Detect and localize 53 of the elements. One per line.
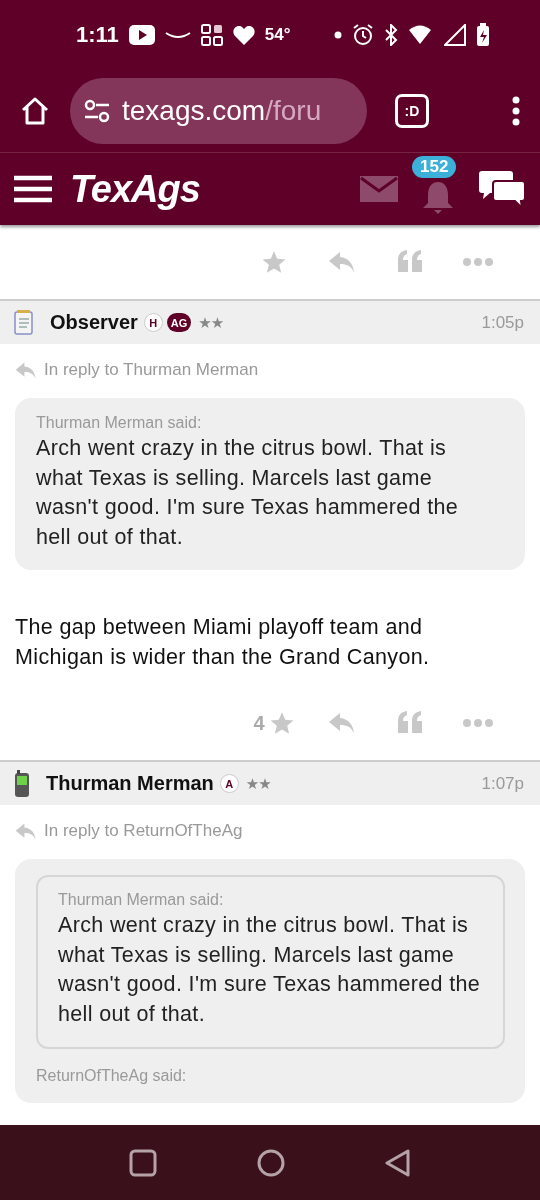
reply-icon [14, 360, 38, 380]
star-icon[interactable] [268, 710, 295, 736]
user-badge: AG [166, 313, 192, 332]
notification-count: 152 [412, 156, 457, 178]
clock: 1:11 [76, 22, 119, 48]
temperature: 54° [264, 25, 291, 45]
quote-text: Arch went crazy in the citrus bowl. That is what Texas is selling. Marcels last game wasn't good. I'm sure Texas hammered the hell out of that. [36, 435, 460, 551]
phone-icon [14, 769, 30, 798]
more-icon[interactable] [463, 719, 493, 727]
quote-author: Thurman Merman said: [58, 891, 225, 909]
star-icon[interactable] [261, 249, 287, 275]
user-badge: A [219, 774, 239, 793]
wifi-icon [408, 25, 434, 45]
site-logo[interactable]: TexAgs [70, 167, 200, 211]
reply-icon[interactable] [328, 250, 356, 274]
quote-icon[interactable] [397, 250, 423, 274]
rank-stars: ★★ [198, 313, 224, 332]
site-settings-icon[interactable] [84, 99, 110, 123]
quote-author: ReturnOfTheAg said: [36, 1067, 188, 1085]
smile-icon [164, 30, 191, 40]
dot-icon [334, 31, 342, 39]
post-text: The gap between Miami playoff team and Michigan is wider than the Grand Canyon. [14, 614, 431, 671]
home-icon[interactable] [20, 96, 50, 126]
quote-author: Thurman Merman said: [36, 414, 203, 432]
menu-icon[interactable] [14, 175, 52, 203]
url-text: texags.com/foru [122, 95, 322, 127]
tab-switcher[interactable]: :D [395, 94, 429, 128]
home-button-icon[interactable] [257, 1148, 285, 1177]
address-bar[interactable]: texags.com/foru [70, 78, 367, 144]
menu-icon[interactable] [512, 96, 520, 126]
more-icon[interactable] [463, 258, 493, 266]
reply-icon [14, 821, 38, 841]
author-name[interactable]: Thurman Merman [46, 772, 214, 795]
signal-icon [444, 24, 466, 46]
quote-text: Arch went crazy in the citrus bowl. That is what Texas is selling. Marcels last game wasn't good. I'm sure Texas hammered the hell out of that. [58, 912, 482, 1028]
reply-icon[interactable] [328, 711, 356, 735]
author-name[interactable]: Observer [50, 311, 138, 334]
heart-icon [232, 25, 255, 45]
notepad-icon [14, 309, 34, 336]
recents-icon[interactable] [129, 1148, 157, 1177]
back-icon[interactable] [385, 1148, 411, 1177]
battery-icon [476, 23, 490, 47]
post-time: 1:07p [481, 773, 524, 794]
rank-stars: ★★ [245, 774, 271, 793]
video-icon [128, 25, 155, 45]
mail-icon[interactable] [360, 176, 398, 202]
bluetooth-icon [384, 24, 398, 46]
like-count: 4 [253, 711, 265, 735]
grid-icon [200, 24, 223, 46]
alarm-icon [352, 24, 374, 46]
user-badge: H [143, 313, 163, 332]
quote-icon[interactable] [397, 711, 423, 735]
post-time: 1:05p [481, 312, 524, 333]
